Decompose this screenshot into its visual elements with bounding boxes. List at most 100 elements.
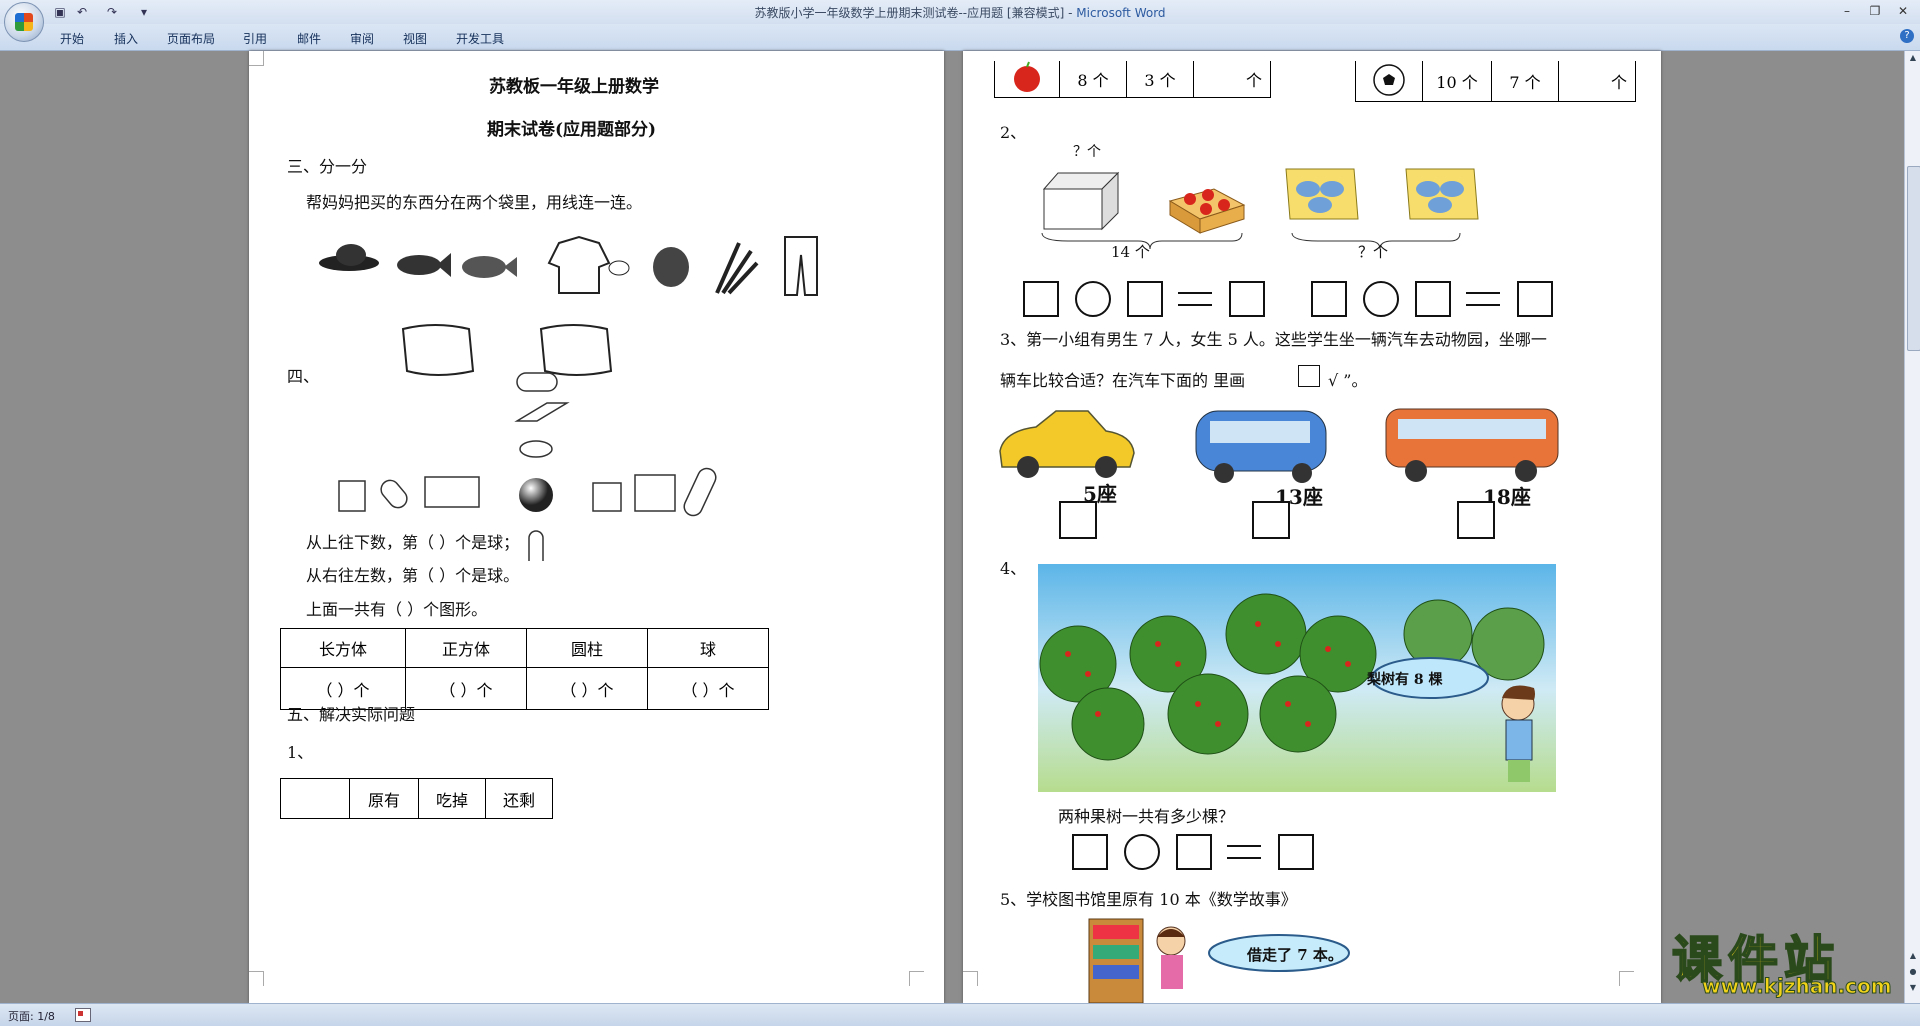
scroll-up-icon[interactable]: ▲ [1907, 53, 1919, 67]
hat-icon [319, 244, 379, 271]
restore-icon[interactable]: ❐ [1862, 2, 1888, 20]
crab-icon [462, 256, 517, 278]
cabbage-icon [653, 247, 689, 287]
cube-icon [592, 482, 622, 512]
soccer-ball-icon [1373, 64, 1405, 96]
cube-icon [338, 480, 366, 512]
page-title: 苏教板一年级上册数学 [489, 77, 659, 97]
celery-icon [715, 242, 759, 295]
cylinder-icon [516, 372, 558, 392]
page-counter[interactable]: 页面: 1/8 [8, 1008, 55, 1024]
section-3-heading: 三、分一分 [287, 157, 368, 176]
question-3-line2: 辆车比较合适？在汽车下面的 里画 [1000, 371, 1246, 390]
answer-box[interactable] [1298, 365, 1320, 387]
close-icon[interactable]: ✕ [1890, 2, 1916, 20]
ball-table: 10 个 7 个 个 [1355, 61, 1636, 102]
tab-page-layout[interactable]: 页面布局 [167, 30, 215, 47]
bag-icon [539, 324, 613, 376]
tab-references[interactable]: 引用 [243, 30, 267, 47]
question-1-label: 1、 [287, 743, 314, 762]
cylinder-icon [683, 467, 717, 517]
question-2-label: 2、 [1000, 123, 1027, 142]
box-icon [1042, 171, 1120, 231]
scroll-thumb[interactable] [1907, 166, 1920, 351]
shape-count-table: 长方体 正方体 圆柱 球 （ ）个 （ ）个 （ ）个 （ ）个 [280, 628, 769, 710]
bus-answer-box[interactable] [1457, 501, 1495, 539]
car-icon [999, 410, 1135, 478]
office-logo-icon [15, 13, 33, 31]
crop-mark [909, 971, 924, 986]
table-cell [994, 61, 1060, 98]
table-cell[interactable]: 个 [1558, 61, 1636, 102]
car-answer-box[interactable] [1059, 501, 1097, 539]
watermark-logo: 课件站 www.kjzhan.com [1671, 920, 1912, 1000]
answer-box[interactable] [1229, 281, 1265, 317]
unknown-total-label: ？个 [1358, 243, 1389, 261]
page-subtitle: 期末试卷(应用题部分) [487, 120, 657, 140]
tree-icon [1225, 593, 1307, 675]
answer-box[interactable] [1176, 834, 1212, 870]
bread-box-icon [1405, 168, 1479, 220]
question-3-line1: 3、第一小组有男生 7 人，女生 5 人。这些学生坐一辆汽车去动物园，坐哪一 [1000, 330, 1547, 349]
table-header: 原有 [349, 778, 419, 819]
answer-box[interactable] [1311, 281, 1347, 317]
title-bar: ▣ ↶ ↷ ▾ 苏教版小学一年级数学上册期末测试卷--应用题 [兼容模式] - … [0, 0, 1920, 42]
office-button[interactable] [4, 2, 44, 42]
answer-box[interactable] [1278, 834, 1314, 870]
cuboid-icon [424, 476, 480, 508]
crop-mark [249, 971, 264, 986]
table-cell[interactable]: （ ）个 [647, 667, 769, 710]
table-cell[interactable]: （ ）个 [526, 667, 648, 710]
table-cell [1355, 61, 1423, 102]
minimize-icon[interactable]: – [1834, 2, 1860, 20]
answer-box[interactable] [1517, 281, 1553, 317]
apple-icon [1014, 61, 1040, 92]
question-count-from-right: 从右往左数，第（ ）个是球。 [306, 566, 520, 585]
help-icon[interactable]: ? [1900, 29, 1914, 43]
answer-box[interactable] [1072, 834, 1108, 870]
question-total-shapes: 上面一共有（ ）个图形。 [306, 600, 488, 619]
cuboid-icon [514, 402, 570, 422]
minibus-answer-box[interactable] [1252, 501, 1290, 539]
operator-circle[interactable] [1363, 281, 1399, 317]
table-header: 吃掉 [418, 778, 486, 819]
table-header: 圆柱 [526, 628, 648, 668]
question-4-label: 4、 [1000, 559, 1027, 578]
apple-table: 8 个 3 个 个 [994, 61, 1271, 98]
cylinder-icon [519, 440, 553, 458]
equals-sign [1227, 845, 1261, 859]
table-cell: 8 个 [1059, 61, 1127, 98]
tab-mailings[interactable]: 邮件 [297, 30, 321, 47]
tab-view[interactable]: 视图 [403, 30, 427, 47]
table-cell[interactable] [280, 778, 350, 819]
question-count-from-top: 从上往下数，第（ ）个是球； [306, 533, 520, 552]
answer-box[interactable] [1127, 281, 1163, 317]
vertical-scrollbar[interactable]: ▲ ▲ ● ▼ [1904, 51, 1920, 1003]
crop-mark [1619, 971, 1634, 986]
table-cell[interactable]: （ ）个 [405, 667, 527, 710]
operator-circle[interactable] [1124, 834, 1160, 870]
tab-review[interactable]: 审阅 [350, 30, 374, 47]
unknown-count-label: ？个 [1073, 144, 1101, 160]
window-title: 苏教版小学一年级数学上册期末测试卷--应用题 [兼容模式] - Microsof… [0, 4, 1920, 21]
cylinder-icon [380, 479, 408, 509]
table-header: 球 [647, 628, 769, 668]
document-page-2[interactable]: 8 个 3 个 个 10 个 7 个 个 2、 ？个 14 个 ？个 3、第一小… [963, 51, 1661, 1003]
tab-insert[interactable]: 插入 [114, 30, 138, 47]
operator-circle[interactable] [1075, 281, 1111, 317]
table-cell[interactable]: 个 [1193, 61, 1271, 98]
answer-box[interactable] [1023, 281, 1059, 317]
table-header: 还剩 [485, 778, 553, 819]
shirt-icon [547, 235, 630, 294]
tree-icon [1071, 687, 1145, 761]
bus-icon [1385, 408, 1559, 482]
document-page-1[interactable]: 苏教板一年级上册数学 期末试卷(应用题部分) 三、分一分 帮妈妈把买的东西分在两… [249, 51, 944, 1003]
proofing-icon[interactable] [75, 1008, 91, 1022]
tab-developer[interactable]: 开发工具 [456, 30, 504, 47]
tab-home[interactable]: 开始 [60, 30, 84, 47]
answer-box[interactable] [1415, 281, 1451, 317]
pants-icon [784, 236, 818, 296]
section-5-heading: 五、解决实际问题 [287, 705, 416, 724]
section-3-instruction: 帮妈妈把买的东西分在两个袋里，用线连一连。 [306, 193, 643, 212]
shopping-items-illustration [319, 235, 818, 296]
